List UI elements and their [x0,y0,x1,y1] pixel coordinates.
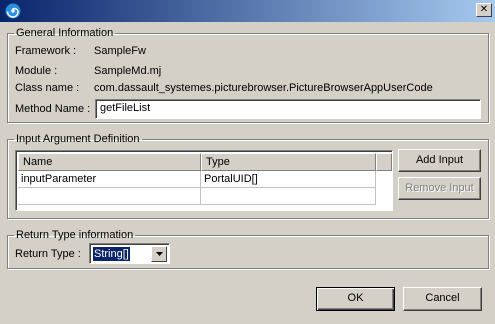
table-header: Name Type [18,153,392,171]
title-bar[interactable]: ✕ [0,0,495,22]
ok-button[interactable]: OK [316,287,395,311]
column-header-type[interactable]: Type [201,153,376,171]
module-label: Module : [15,65,58,77]
return-type-select[interactable]: String[] [89,243,170,264]
framework-label: Framework : [15,45,77,57]
table-cell-name[interactable]: inputParameter [18,171,201,188]
chevron-down-icon [156,252,163,256]
table-cell-empty [18,188,201,205]
table-cell-type[interactable]: PortalUID[] [201,171,376,188]
method-name-input[interactable]: getFileList [95,99,481,119]
input-argument-legend: Input Argument Definition [16,133,140,145]
classname-value: com.dassault_systemes.picturebrowser.Pic… [94,82,433,94]
column-header-filler [376,153,392,171]
method-name-label: Method Name : [15,103,91,115]
column-header-name[interactable]: Name [18,153,201,171]
dialog-window: ✕ General Information Framework : Sample… [0,0,495,324]
input-arguments-table[interactable]: Name Type inputParameter PortalUID[] [15,150,393,211]
close-icon: ✕ [479,4,489,15]
return-type-legend: Return Type information [16,229,134,241]
return-type-label: Return Type : [15,248,81,260]
table-cell-empty [201,188,376,205]
dropdown-button[interactable] [151,246,167,262]
framework-value: SampleFw [94,45,146,57]
add-input-button[interactable]: Add Input [398,149,481,172]
cancel-button[interactable]: Cancel [403,287,482,311]
app-spiral-icon [5,3,21,19]
return-type-value: String[] [92,246,131,262]
classname-label: Class name : [15,82,80,94]
remove-input-button[interactable]: Remove Input [398,177,481,200]
close-button[interactable]: ✕ [476,3,492,17]
module-value: SampleMd.mj [94,65,162,77]
general-information-legend: General Information [16,27,114,39]
